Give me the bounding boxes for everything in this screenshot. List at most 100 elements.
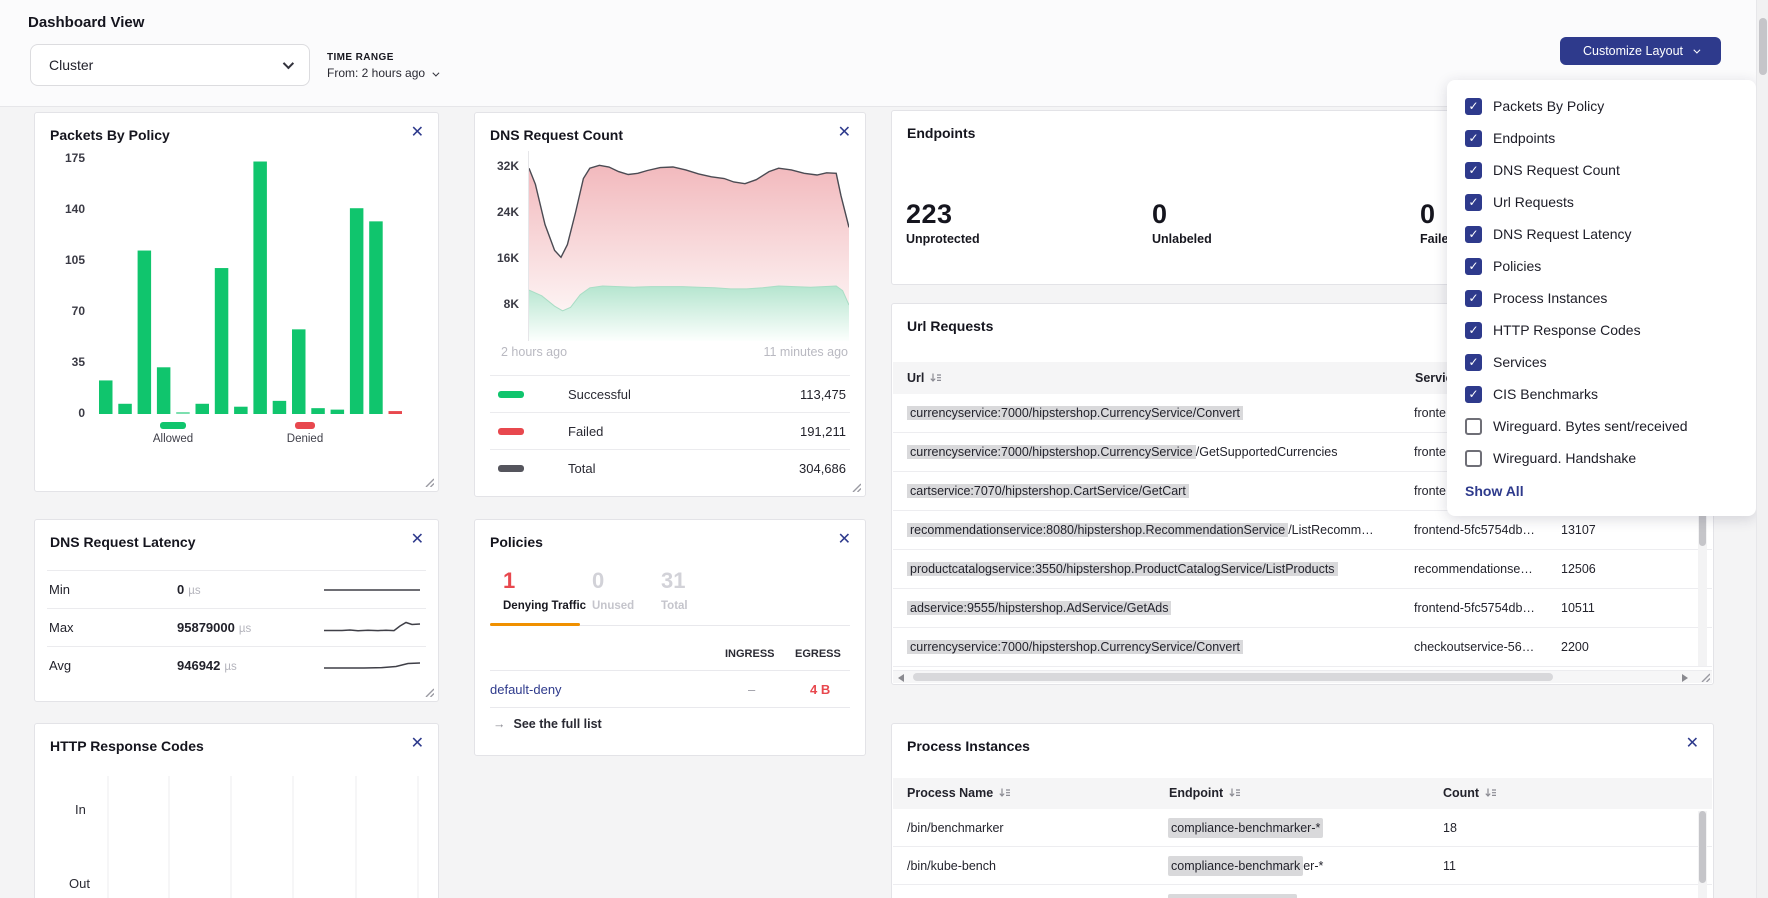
egress-value: 4 B <box>810 682 830 697</box>
http-grid-chart <box>35 776 425 898</box>
menu-item[interactable]: ✓Policies <box>1465 250 1756 282</box>
column-header-process-name[interactable]: Process Name <box>907 786 1011 801</box>
column-header-count[interactable]: Count <box>1443 786 1497 801</box>
dns-request-count-card: DNS Request Count ✕ 32K24K16K8K 2 hours … <box>474 112 866 497</box>
sort-icon <box>930 372 942 386</box>
menu-item[interactable]: ✓DNS Request Count <box>1465 154 1756 186</box>
table-row[interactable]: /bin/kube-benchcompliance-benchmarker-*1… <box>893 847 1712 885</box>
view-selector-value: Cluster <box>49 57 93 73</box>
table-row[interactable]: adservice:9555/hipstershop.AdService/Get… <box>893 589 1712 628</box>
resize-handle-icon[interactable] <box>852 483 861 492</box>
bar-allowed <box>350 208 364 414</box>
menu-item[interactable]: ✓ Endpoints <box>1465 122 1756 154</box>
process-name-cell: /bin/benchmarker <box>907 821 1162 835</box>
checkbox-checked-icon[interactable]: ✓ <box>1465 354 1482 371</box>
close-icon[interactable]: ✕ <box>1686 736 1699 752</box>
menu-item-label: Wireguard. Handshake <box>1493 450 1636 466</box>
column-header-ingress: INGRESS <box>725 648 775 660</box>
menu-item[interactable]: ✓HTTP Response Codes <box>1465 314 1756 346</box>
url-cell: currencyservice:7000/hipstershop.Currenc… <box>907 640 1407 654</box>
checkmark-icon: ✓ <box>1468 132 1478 144</box>
policy-stat[interactable]: 31 Total <box>661 568 688 612</box>
menu-item[interactable]: ✓Packets By Policy <box>1465 90 1756 122</box>
active-tab-indicator <box>490 623 580 626</box>
scroll-left-arrow-icon[interactable] <box>898 674 904 682</box>
table-row[interactable]: productcatalogservice:3550/hipstershop.P… <box>893 550 1712 589</box>
scroll-right-arrow-icon[interactable] <box>1682 674 1688 682</box>
column-header-endpoint[interactable]: Endpoint <box>1169 786 1241 801</box>
bar-allowed <box>234 407 248 414</box>
menu-item[interactable]: Wireguard. Bytes sent/received <box>1465 410 1756 442</box>
close-icon[interactable]: ✕ <box>411 532 424 548</box>
latency-sparkline <box>324 655 422 677</box>
show-all-link[interactable]: Show All <box>1465 483 1756 499</box>
policy-stat-active[interactable]: 1Denying Traffic <box>503 568 586 612</box>
menu-item[interactable]: Wireguard. Handshake <box>1465 442 1756 474</box>
table-row[interactable]: benchmarkercompliance-benchmarker-*9 <box>893 885 1712 898</box>
close-icon[interactable]: ✕ <box>838 125 851 141</box>
menu-item-label: Url Requests <box>1493 194 1574 210</box>
checkbox-checked-icon[interactable]: ✓ <box>1465 162 1482 179</box>
checkbox-checked-icon[interactable]: ✓ <box>1465 386 1482 403</box>
page-scrollbar-thumb[interactable] <box>1759 18 1767 75</box>
endpoint-stat: 223Unprotected <box>906 199 980 246</box>
url-rest: /ListRecomm… <box>1288 523 1373 537</box>
stat-value: 31 <box>661 568 688 594</box>
close-icon[interactable]: ✕ <box>411 125 424 141</box>
chevron-down-icon <box>1693 46 1700 53</box>
menu-item[interactable]: ✓Process Instances <box>1465 282 1756 314</box>
url-cell: productcatalogservice:3550/hipstershop.P… <box>907 562 1407 576</box>
checkbox-checked-icon[interactable]: ✓ <box>1465 98 1482 115</box>
page-scrollbar[interactable] <box>1756 0 1768 898</box>
table-horizontal-scrollbar[interactable] <box>893 670 1712 683</box>
row-label-out: Out <box>69 876 90 891</box>
table-row[interactable]: currencyservice:7000/hipstershop.Currenc… <box>893 628 1712 667</box>
resize-handle-icon[interactable] <box>1701 673 1710 682</box>
stat-label: Total <box>661 600 688 612</box>
card-title: Process Instances <box>907 738 1030 754</box>
checkbox-checked-icon[interactable]: ✓ <box>1465 290 1482 307</box>
process-instances-card: Process Instances ✕ Process Name Endpoin… <box>891 723 1714 898</box>
x-axis-end-label: 11 minutes ago <box>763 345 848 359</box>
column-header-url[interactable]: Url <box>907 371 942 386</box>
latency-label: Avg <box>47 658 177 673</box>
checkbox-checked-icon[interactable]: ✓ <box>1465 130 1482 147</box>
menu-item[interactable]: ✓CIS Benchmarks <box>1465 378 1756 410</box>
menu-item[interactable]: ✓ Url Requests <box>1465 186 1756 218</box>
policy-name-link[interactable]: default-deny <box>490 682 562 697</box>
checkbox-checked-icon[interactable]: ✓ <box>1465 226 1482 243</box>
denied-swatch-icon <box>295 422 315 429</box>
count-cell: 11 <box>1443 859 1456 873</box>
checkbox-checked-icon[interactable]: ✓ <box>1465 322 1482 339</box>
latency-value: 946942 <box>177 658 220 673</box>
menu-item[interactable]: ✓DNS Request Latency <box>1465 218 1756 250</box>
checkbox-unchecked-icon[interactable] <box>1465 450 1482 467</box>
checkbox-checked-icon[interactable]: ✓ <box>1465 194 1482 211</box>
checkbox-checked-icon[interactable]: ✓ <box>1465 258 1482 275</box>
resize-handle-icon[interactable] <box>425 478 434 487</box>
process-name-cell: /bin/kube-bench <box>907 859 1162 873</box>
card-title: DNS Request Count <box>490 127 623 143</box>
url-highlight: currencyservice:7000/hipstershop.Currenc… <box>907 640 1243 654</box>
view-selector[interactable]: Cluster <box>30 44 310 86</box>
url-highlight: cartservice:7070/hipstershop.CartService… <box>907 484 1189 498</box>
customize-layout-button[interactable]: Customize Layout <box>1560 37 1721 65</box>
menu-item[interactable]: ✓Services <box>1465 346 1756 378</box>
checkmark-icon: ✓ <box>1468 228 1478 240</box>
checkbox-unchecked-icon[interactable] <box>1465 418 1482 435</box>
close-icon[interactable]: ✕ <box>838 532 851 548</box>
resize-handle-icon[interactable] <box>425 688 434 697</box>
table-vertical-scrollbar[interactable] <box>1698 811 1707 898</box>
table-row[interactable]: recommendationservice:8080/hipstershop.R… <box>893 511 1712 550</box>
table-row[interactable]: /bin/benchmarkercompliance-benchmarker-*… <box>893 809 1712 847</box>
dns-request-latency-card: DNS Request Latency ✕ Min0µsMax95879000µ… <box>34 519 439 702</box>
close-icon[interactable]: ✕ <box>411 736 424 752</box>
latency-unit: µs <box>239 623 251 635</box>
time-range-from[interactable]: From: 2 hours ago <box>327 66 437 80</box>
legend-value: 113,475 <box>800 387 846 402</box>
policy-stat[interactable]: 0Unused <box>592 568 634 612</box>
service-cell: checkoutservice-56… <box>1414 640 1554 654</box>
stat-label: Unprotected <box>906 232 980 246</box>
menu-item-label: Endpoints <box>1493 130 1555 146</box>
see-full-list-link[interactable]: →See the full list <box>493 717 602 731</box>
